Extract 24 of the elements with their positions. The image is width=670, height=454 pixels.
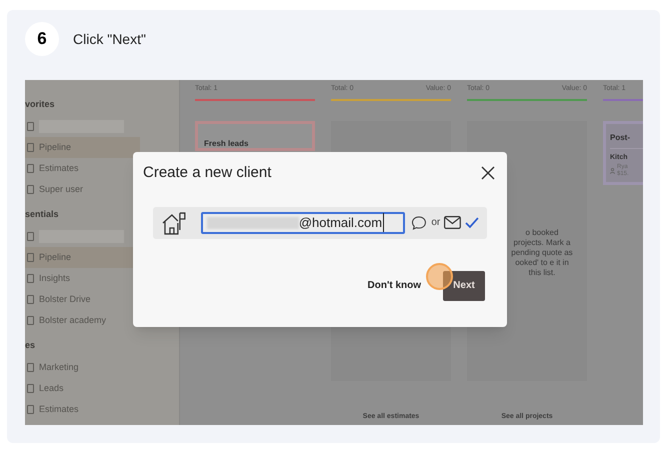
sidebar-item[interactable]: Leads: [25, 378, 140, 399]
card-title: Post-: [610, 132, 631, 144]
sidebar-item[interactable]: Bolster Drive: [25, 289, 140, 310]
email-value: @hotmail.com: [298, 212, 384, 232]
sidebar-item[interactable]: Marketing: [25, 357, 140, 378]
sidebar-heading: sentials: [25, 208, 60, 221]
sidebar-item[interactable]: Estimates: [25, 158, 140, 179]
sidebar-item[interactable]: Estimates: [25, 399, 140, 420]
empty-note: o booked projects. Mark a pending quote as ooked' to e it in this list.: [511, 228, 573, 279]
sidebar-heading: vorites: [25, 98, 56, 111]
card-title: Fresh leads: [204, 139, 248, 148]
step-number: 6: [25, 22, 59, 56]
sidebar-item[interactable]: Pipeline: [25, 137, 140, 158]
lead-card[interactable]: Fresh leads: [195, 121, 315, 151]
or-separator: or: [431, 216, 440, 230]
email-field[interactable]: @hotmail.com: [200, 212, 406, 234]
sidebar-item[interactable]: Insights: [25, 268, 140, 289]
sidebar-item[interactable]: Bolster academy: [25, 310, 140, 331]
sidebar-item[interactable]: Super user: [25, 179, 140, 200]
sidebar-heading: es: [25, 339, 36, 352]
step-instruction: Click "Next": [73, 30, 146, 48]
next-button[interactable]: Next: [443, 270, 485, 300]
dont-know-button[interactable]: Don't know: [368, 270, 421, 300]
dialog-title: Create a new client: [143, 163, 272, 183]
